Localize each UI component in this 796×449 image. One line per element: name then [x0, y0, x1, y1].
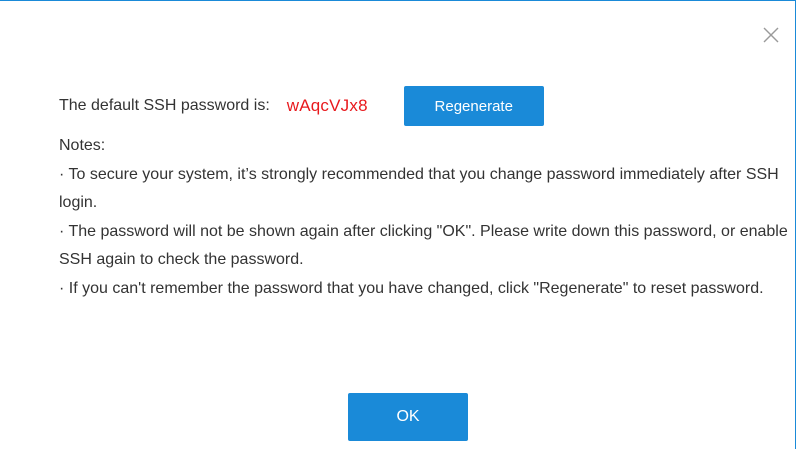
note-item: · To secure your system, it’s strongly r…	[59, 165, 779, 212]
password-label: The default SSH password is:	[59, 97, 270, 114]
close-button[interactable]	[761, 25, 781, 45]
password-value: wAqcVJx8	[286, 96, 368, 115]
close-icon	[763, 27, 779, 43]
ok-button[interactable]: OK	[348, 393, 468, 441]
notes-section: Notes: · To secure your system, it’s str…	[59, 132, 789, 303]
note-item: · The password will not be shown again a…	[59, 222, 788, 269]
notes-title: Notes:	[59, 137, 106, 154]
ssh-password-dialog: The default SSH password is: wAqcVJx8 Re…	[0, 0, 796, 449]
regenerate-button[interactable]: Regenerate	[403, 86, 544, 126]
note-item: · If you can't remember the password tha…	[59, 279, 764, 297]
dialog-content: The default SSH password is: wAqcVJx8 Re…	[59, 86, 789, 303]
password-row: The default SSH password is: wAqcVJx8 Re…	[59, 86, 789, 126]
